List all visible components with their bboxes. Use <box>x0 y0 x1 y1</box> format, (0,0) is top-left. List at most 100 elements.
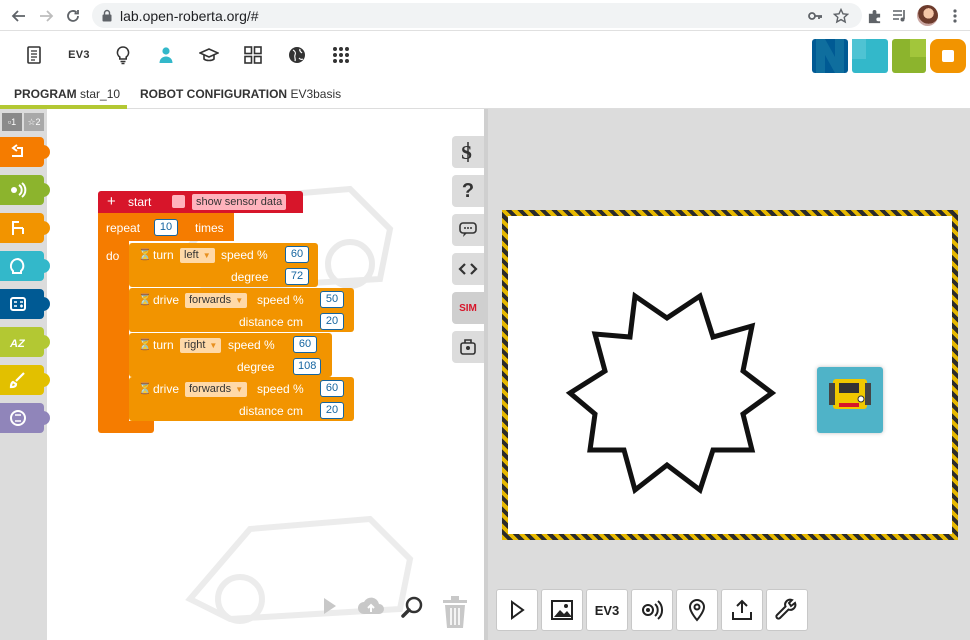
distance-input[interactable]: 20 <box>320 313 344 330</box>
tab-program[interactable]: PROGRAM star_10 <box>14 87 120 101</box>
ev3-robot-topview-icon <box>829 379 871 409</box>
ev3-icon[interactable]: EV3 <box>66 44 92 66</box>
degree-label: degree <box>237 360 275 374</box>
level-1-tab[interactable]: ▫ 1 <box>2 113 22 131</box>
trash-can-icon[interactable] <box>440 594 470 630</box>
user-icon[interactable] <box>155 44 177 66</box>
code-view-button[interactable] <box>452 253 484 285</box>
degree-input[interactable]: 108 <box>293 358 322 375</box>
code-export-button[interactable]: S <box>452 136 484 168</box>
run-play-icon[interactable] <box>320 594 340 618</box>
distance-label: distance cm <box>239 404 304 418</box>
tab-robot-configuration[interactable]: ROBOT CONFIGURATION EV3basis <box>140 87 341 101</box>
address-bar[interactable]: lab.open-roberta.org/# <box>92 3 862 28</box>
zoom-search-icon[interactable] <box>399 594 425 620</box>
drive-label: drive <box>153 382 180 396</box>
image-icon <box>551 600 573 620</box>
cloud-upload-icon[interactable] <box>357 594 385 618</box>
category-colours[interactable] <box>0 365 50 395</box>
turn-block[interactable]: ⏳ turn right ▼ speed % 60 degree 108 <box>129 333 332 377</box>
hourglass-icon: ⏳ <box>138 249 152 261</box>
sim-label: SIM <box>459 302 477 314</box>
key-icon[interactable] <box>806 7 824 25</box>
direction-dropdown[interactable]: left ▼ <box>180 248 215 263</box>
turn-block[interactable]: ⏳ turn left ▼ speed % 60 degree 72 <box>129 243 318 287</box>
file-icon[interactable] <box>23 44 45 66</box>
star-drawing-trail <box>565 291 777 495</box>
apps-icon[interactable] <box>330 44 352 66</box>
comments-button[interactable] <box>452 214 484 246</box>
drive-block[interactable]: ⏳ drive forwards ▼ speed % 50 distance cm… <box>129 288 354 332</box>
category-variables[interactable] <box>0 403 50 433</box>
svg-text:AZ: AZ <box>9 338 26 350</box>
menu-kebab-icon[interactable] <box>944 5 966 27</box>
degree-input[interactable]: 72 <box>285 268 309 285</box>
open-roberta-logo[interactable] <box>812 37 966 75</box>
control-flow-icon <box>12 221 24 235</box>
category-logic[interactable] <box>0 251 50 281</box>
speed-value: 50 <box>321 292 343 307</box>
reload-icon[interactable] <box>62 5 84 27</box>
sim-run-button[interactable] <box>496 589 538 631</box>
profile-avatar[interactable] <box>917 5 938 26</box>
blockly-workspace[interactable]: ▫ 1 ☆ 2 AZ + start show sensor data repe… <box>0 109 484 640</box>
location-pin-icon <box>688 598 706 622</box>
sim-ev3-button[interactable]: EV3 <box>586 589 628 631</box>
forward-arrow-icon[interactable] <box>35 5 57 27</box>
play-icon <box>511 600 525 620</box>
category-sensors[interactable] <box>0 175 50 205</box>
direction-dropdown[interactable]: right ▼ <box>180 338 222 353</box>
sim-sensors-button[interactable] <box>631 589 673 631</box>
degree-value: 108 <box>294 359 321 374</box>
robot-sim-icon <box>460 339 476 355</box>
distance-input[interactable]: 20 <box>320 402 344 419</box>
lightbulb-icon[interactable] <box>112 44 134 66</box>
sim-button[interactable]: SIM <box>452 292 484 324</box>
drive-block[interactable]: ⏳ drive forwards ▼ speed % 60 distance cm… <box>129 377 354 421</box>
speed-input[interactable]: 60 <box>320 380 344 397</box>
category-action[interactable] <box>0 137 50 167</box>
url-text: lab.open-roberta.org/# <box>120 8 259 24</box>
category-text[interactable]: AZ <box>0 327 50 357</box>
sim-settings-button[interactable] <box>766 589 808 631</box>
grid-icon[interactable] <box>242 44 264 66</box>
repeat-count-input[interactable]: 10 <box>154 219 178 236</box>
speed-input[interactable]: 50 <box>320 291 344 308</box>
browser-toolbar: lab.open-roberta.org/# <box>0 0 970 31</box>
times-label: times <box>195 221 224 235</box>
dollar-s-icon: S <box>461 142 472 163</box>
level-2-tab[interactable]: ☆ 2 <box>24 113 44 131</box>
speed-input[interactable]: 60 <box>285 246 309 263</box>
help-button[interactable]: ? <box>452 175 484 207</box>
direction-dropdown[interactable]: forwards ▼ <box>185 293 248 308</box>
turn-label: turn <box>153 248 174 262</box>
sim-robot[interactable] <box>817 367 883 433</box>
sim-robot-button[interactable] <box>452 331 484 363</box>
speed-value: 60 <box>321 381 343 396</box>
repeat-block-body: do <box>98 241 129 421</box>
media-queue-icon[interactable] <box>889 5 911 27</box>
back-arrow-icon[interactable] <box>8 5 30 27</box>
sensor-checkbox[interactable] <box>172 195 185 208</box>
sim-reset-position-button[interactable] <box>676 589 718 631</box>
level-2-label: 2 <box>35 117 41 127</box>
speed-label: speed % <box>228 338 275 352</box>
extensions-puzzle-icon[interactable] <box>863 5 885 27</box>
graduation-cap-icon[interactable] <box>198 44 220 66</box>
category-math[interactable] <box>0 289 50 319</box>
repeat-block[interactable]: repeat 10 times <box>98 213 234 241</box>
bookmark-star-icon[interactable] <box>832 7 850 25</box>
drive-label: drive <box>153 293 180 307</box>
start-block[interactable]: + start show sensor data <box>98 191 303 213</box>
speed-input[interactable]: 60 <box>293 336 317 353</box>
sim-ev3-label: EV3 <box>594 602 620 618</box>
repeat-label: repeat <box>106 221 141 235</box>
add-plus-icon[interactable]: + <box>107 194 116 209</box>
category-control[interactable] <box>0 213 50 243</box>
sim-background-button[interactable] <box>541 589 583 631</box>
direction-dropdown[interactable]: forwards ▼ <box>185 382 248 397</box>
sim-upload-button[interactable] <box>721 589 763 631</box>
globe-icon[interactable] <box>286 44 308 66</box>
math-calc-icon <box>10 297 26 311</box>
variables-icon <box>10 410 26 426</box>
